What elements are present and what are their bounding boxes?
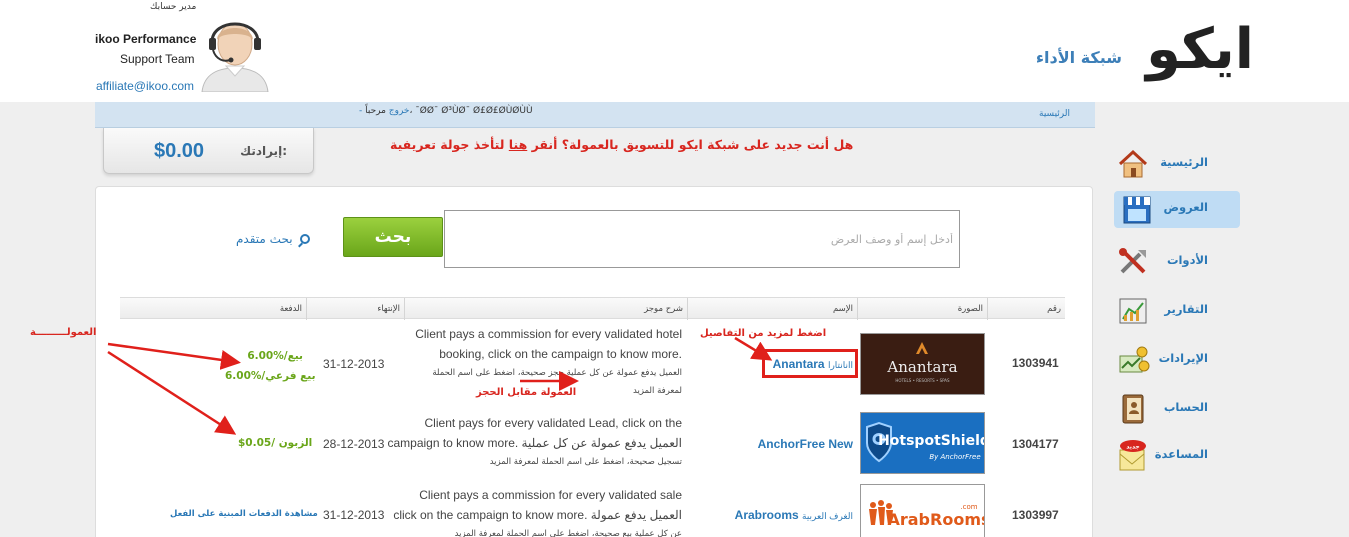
description-en-line: click on the campaign to know more. العم… <box>393 508 682 522</box>
offer-name-link[interactable]: AnchorFree New <box>758 437 853 451</box>
offer-expiry: 28-12-2013 <box>323 437 385 451</box>
offers-table-header: الدفعة الإنتهاء شرح موجز الإسم الصورة رق… <box>120 297 1065 320</box>
sidebar-item-label: المساعدة <box>1154 447 1208 461</box>
account-icon <box>1122 394 1144 424</box>
offer-search-input[interactable] <box>444 210 960 268</box>
payout-subsale: 6.00%/بيع فرعي <box>225 370 316 382</box>
sidebar-item-reports[interactable]: التقارير <box>1110 293 1240 330</box>
search-button[interactable]: بحث <box>343 217 443 257</box>
sidebar-item-tools[interactable]: الأدوات <box>1110 244 1240 281</box>
description-ar-line: تسجيل صحيحة، اضغط على اسم الحملة لمعرفة … <box>489 457 682 467</box>
offer-payout: $0.05/ الزبون <box>238 437 313 449</box>
arabrooms-logo-domain: .com <box>960 503 977 511</box>
offer-id: 1303997 <box>1012 508 1059 522</box>
advanced-search-link[interactable]: بحث متقدم <box>236 232 311 246</box>
offer-name: Arabrooms <box>734 508 799 522</box>
help-icon: جديد <box>1119 440 1146 471</box>
sidebar-item-label: الحساب <box>1163 400 1208 414</box>
sidebar-item-label: الرئيسية <box>1160 155 1208 169</box>
sidebar-item-help[interactable]: جديد المساعدة <box>1110 438 1240 475</box>
offer-logo-arabrooms[interactable]: ArabRooms .com <box>860 484 991 537</box>
sidebar-item-account[interactable]: الحساب <box>1110 391 1240 428</box>
sidebar-item-label: الأدوات <box>1166 253 1208 267</box>
anantara-logo-text: Anantara <box>886 358 957 376</box>
annotation-commission: العمولـــــــــة <box>30 327 97 338</box>
annotation-booking-commission: العمولة مقابل الحجز <box>476 387 577 398</box>
intro-tour-text-after: لتأخذ جولة تعريفية <box>390 137 509 152</box>
anantara-logo-subtext: HOTELS • RESORTS • SPAS <box>895 378 950 383</box>
account-manager-name: ikoo Performance <box>95 32 197 46</box>
column-header-description[interactable]: شرح موجز <box>404 298 687 320</box>
reports-icon <box>1119 298 1147 324</box>
intro-tour-link[interactable]: هنا <box>509 137 527 152</box>
arabrooms-logo-text: ArabRooms <box>887 510 984 529</box>
account-manager-email[interactable]: affiliate@ikoo.com <box>96 79 194 93</box>
hotspotshield-logo-subtext: By AnchorFree <box>929 453 980 461</box>
description-en-line: campaign to know more. العميل يدفع عمولة… <box>387 436 682 450</box>
description-en-line: Client pays a commission for every valid… <box>419 488 682 502</box>
new-badge: جديد <box>1126 444 1140 451</box>
hotspotshield-logo-icon: HotspotShield By AnchorFree <box>866 421 990 463</box>
column-header-payout[interactable]: الدفعة <box>120 298 306 320</box>
description-ar-line: العميل يدفع عمولة عن كل عملية حجز صحيحة،… <box>432 368 682 378</box>
earnings-icon <box>1119 346 1150 373</box>
description-en-line: Client pays for every validated Lead, cl… <box>424 416 682 430</box>
table-row: 1303941 Anantara HOTELS • RESORTS • SPAS… <box>120 320 1065 398</box>
advanced-search-label: بحث متقدم <box>236 232 293 246</box>
offer-name-link[interactable]: Arabrooms الغرف العربية <box>735 508 853 522</box>
offer-id: 1303941 <box>1012 356 1059 370</box>
intro-tour-banner: هل أنت جديد على شبكة ايكو للتسويق بالعمو… <box>390 137 853 152</box>
description-ar-line: عن كل عملية بيع صحيحة، اضغط على اسم الحم… <box>454 529 682 537</box>
anantara-logo-icon: Anantara HOTELS • RESORTS • SPAS <box>886 342 958 383</box>
offer-description: Client pays for every validated Lead, cl… <box>382 413 682 471</box>
column-header-expiry[interactable]: الإنتهاء <box>306 298 404 320</box>
table-row: 1303997 ArabRooms .com Arabrooms الغرف ا… <box>120 480 1065 537</box>
logo[interactable]: ايكو شبكة الأداء <box>1024 14 1256 86</box>
account-manager-title: مدير حسابك <box>150 2 197 12</box>
earnings-value: $0.00 <box>154 140 205 162</box>
offer-payout: 6.00%/بيع 6.00%/بيع فرعي <box>225 346 316 386</box>
breadcrumb-home[interactable]: الرئيسية <box>1039 109 1070 119</box>
description-en-line: booking, click on the campaign to know m… <box>439 347 682 361</box>
header: ايكو شبكة الأداء مدير حسابك ikoo Perform… <box>0 0 1349 102</box>
column-header-name[interactable]: الإسم <box>687 298 857 320</box>
offer-logo-anantara[interactable]: Anantara HOTELS • RESORTS • SPAS <box>860 333 985 395</box>
sidebar-item-label: الإيرادات <box>1158 351 1208 365</box>
top-bar: الرئيسية - خروج مرحباً، ¯ØØ¯ Ø³ÙØ¯ Ø£Ø£Ø… <box>95 102 1095 128</box>
welcome-message: - خروج مرحباً، ¯ØØ¯ Ø³ÙØ¯ Ø£Ø£ØÙØÙÙ <box>359 106 533 116</box>
sidebar-item-earnings[interactable]: الإيرادات <box>1110 342 1240 379</box>
offer-logo-hotspotshield[interactable]: HotspotShield By AnchorFree <box>860 412 990 474</box>
logo-tagline: شبكة الأداء <box>1035 48 1122 67</box>
column-header-image: الصورة <box>857 298 987 320</box>
table-row: 1304177 HotspotShield By AnchorFree Anch… <box>120 408 1065 478</box>
offer-expiry: 31-12-2013 <box>323 508 385 522</box>
earnings-box: $0.00 إيرادتك: <box>103 128 314 174</box>
arabrooms-logo-icon: ArabRooms .com <box>869 500 991 529</box>
column-header-id[interactable]: رقم <box>987 298 1065 320</box>
offer-description: Client pays a commission for every valid… <box>382 485 682 537</box>
offer-id: 1304177 <box>1012 437 1059 451</box>
sidebar-item-label: العروض <box>1163 200 1208 214</box>
shop-icon <box>1123 196 1151 224</box>
intro-tour-text-before: هل أنت جديد على شبكة ايكو للتسويق بالعمو… <box>527 137 854 152</box>
sidebar-item-label: التقارير <box>1164 302 1208 316</box>
account-manager-team: Support Team <box>120 52 195 66</box>
payout-sale: 6.00%/بيع <box>247 350 303 362</box>
action-based-payouts-link[interactable]: مشاهدة الدفعات المبنية على الفعل <box>170 509 318 519</box>
offer-expiry: 31-12-2013 <box>323 357 385 371</box>
description-en-line: Client pays a commission for every valid… <box>415 327 682 341</box>
logo-wordmark: ايكو <box>1146 17 1256 82</box>
home-icon <box>1118 149 1148 178</box>
support-avatar-icon <box>201 22 269 92</box>
tools-icon <box>1119 248 1146 274</box>
sidebar-item-offers[interactable]: العروض <box>1114 191 1240 228</box>
annotation-click-details: اضغط لمزيد من التفاصيل <box>700 328 827 339</box>
hotspotshield-logo-text: HotspotShield <box>878 433 984 449</box>
earnings-label: إيرادتك: <box>240 144 287 158</box>
sidebar-item-home[interactable]: الرئيسية <box>1110 146 1240 183</box>
offer-name-arabic: الغرف العربية <box>802 511 853 521</box>
annotation-highlight-box <box>762 349 858 378</box>
search-icon <box>300 234 311 244</box>
